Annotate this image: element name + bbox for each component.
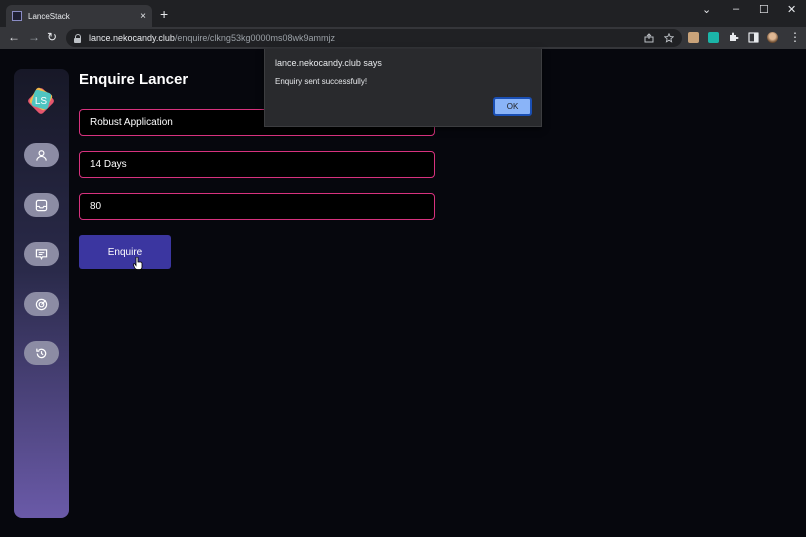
- lock-icon[interactable]: [74, 33, 82, 43]
- extension-2-icon[interactable]: [708, 32, 719, 43]
- minimize-button[interactable]: –: [733, 3, 739, 15]
- tab-close-icon[interactable]: ×: [140, 11, 146, 22]
- sidebar-item-messages[interactable]: [24, 242, 59, 266]
- tab-title: LanceStack: [28, 11, 70, 21]
- sidebar-item-profile[interactable]: [24, 143, 59, 167]
- dialog-title: lance.nekocandy.club says: [275, 58, 382, 68]
- hand-cursor-icon: [133, 257, 143, 270]
- back-button[interactable]: ←: [8, 30, 20, 44]
- share-icon[interactable]: [644, 33, 654, 43]
- tab-search-chevron-icon[interactable]: ⌄: [702, 3, 711, 16]
- page-title: Enquire Lancer: [79, 71, 189, 88]
- budget-field[interactable]: 80: [79, 193, 435, 220]
- browser-toolbar: ← → ↻ lance.nekocandy.club/enquire/clkng…: [0, 27, 806, 49]
- dialog-ok-button[interactable]: OK: [493, 97, 532, 116]
- reload-button[interactable]: ↻: [47, 30, 57, 44]
- close-window-button[interactable]: ✕: [787, 3, 796, 16]
- address-bar[interactable]: lance.nekocandy.club/enquire/clkng53kg00…: [66, 29, 682, 47]
- duration-field[interactable]: 14 Days: [79, 151, 435, 178]
- chat-icon: [35, 248, 48, 260]
- lancestack-logo[interactable]: LS: [25, 85, 57, 117]
- user-icon: [36, 149, 47, 161]
- browser-tab[interactable]: LanceStack ×: [6, 5, 152, 27]
- sidebar-item-history[interactable]: [24, 341, 59, 365]
- bookmark-star-icon[interactable]: [664, 33, 674, 43]
- url-path: /enquire/clkng53kg0000ms08wk9ammjz: [174, 33, 335, 43]
- sidebar-item-inbox[interactable]: [24, 193, 59, 217]
- alert-dialog: lance.nekocandy.club says Enquiry sent s…: [264, 49, 542, 127]
- sidebar: LS: [14, 69, 69, 518]
- target-icon: [35, 298, 48, 310]
- sidebar-item-tracking[interactable]: [24, 292, 59, 316]
- inbox-icon: [35, 199, 48, 211]
- browser-tab-strip: LanceStack × + ⌄ – ☐ ✕: [0, 0, 806, 27]
- url-host: lance.nekocandy.club: [89, 33, 175, 43]
- enquire-button[interactable]: Enquire: [79, 235, 171, 269]
- dialog-message: Enquiry sent successfully!: [275, 77, 368, 86]
- profile-avatar[interactable]: [767, 32, 778, 43]
- site-favicon-icon: [12, 11, 22, 21]
- new-tab-button[interactable]: +: [160, 6, 168, 22]
- logo-letters: LS: [35, 96, 48, 107]
- forward-button[interactable]: →: [28, 30, 40, 44]
- extensions-puzzle-icon[interactable]: [728, 32, 739, 43]
- browser-menu-icon[interactable]: ⋮: [789, 30, 801, 44]
- maximize-button[interactable]: ☐: [759, 3, 769, 16]
- history-icon: [36, 348, 47, 358]
- extension-1-icon[interactable]: [688, 32, 699, 43]
- side-panel-icon[interactable]: [748, 32, 759, 43]
